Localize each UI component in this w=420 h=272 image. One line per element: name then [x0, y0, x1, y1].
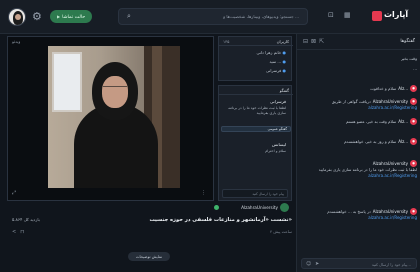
- comments-header: ⊟⊠⇱ گفتگوها: [297, 34, 420, 50]
- watch-mode-button[interactable]: ▶ حالت تماشا: [50, 10, 93, 23]
- users-title: کاربران: [276, 39, 289, 44]
- search-input[interactable]: ⌕ جستجو: ویدیوهای، وبینارها، شخصیت‌ها و …: [118, 8, 308, 25]
- user-icon: ●: [282, 50, 287, 55]
- user-icon: ●: [282, 59, 287, 64]
- registration-link[interactable]: alzahra.ac.ir/Registering: [301, 173, 417, 179]
- settings-icon[interactable]: ⋮: [201, 190, 206, 196]
- grid-icon[interactable]: ▦: [344, 11, 351, 19]
- presenter-bar[interactable]: AlzahraUniversity: [218, 201, 292, 213]
- speaker-video-frame: [48, 46, 180, 188]
- comments-header-icons[interactable]: ⊟⊠⇱: [303, 38, 327, 45]
- user-avatar-icon: ●: [410, 208, 417, 215]
- user-avatar-icon: ●: [410, 98, 417, 105]
- user-avatar-icon: ●: [410, 118, 417, 125]
- registration-link[interactable]: alzahra.ac.ir/Registering: [301, 215, 417, 221]
- camera-icon[interactable]: ⊡: [328, 11, 334, 19]
- site-logo[interactable]: آپارات: [384, 10, 408, 19]
- user-item[interactable]: فرسرانی ●: [266, 68, 286, 73]
- session-msg-text: سلام و احترام: [265, 149, 286, 153]
- session-chat-header: گفتگو: [219, 86, 293, 95]
- user-item[interactable]: خانم زهرا دانی ●: [257, 50, 287, 55]
- user-avatar-icon: ●: [410, 85, 417, 92]
- video-date: ۴ ساعت پیش: [270, 229, 292, 234]
- fullscreen-icon[interactable]: ⤢: [12, 190, 16, 196]
- presenter-avatar: [280, 203, 289, 212]
- chat-message: AlzahraUniversity ● لطفا با ثبت نظرات خود…: [301, 160, 417, 178]
- registration-link[interactable]: alzahra.ac.ir/Registering: [301, 105, 417, 111]
- share-icons[interactable]: <⊓: [12, 229, 28, 235]
- emoji-icon[interactable]: ☺: [306, 261, 311, 267]
- search-placeholder: جستجو: ویدیوهای، وبینارها، شخصیت‌ها و ..…: [223, 14, 299, 19]
- session-chat-title: گفتگو: [279, 88, 289, 93]
- comments-panel: ⊟⊠⇱ گفتگوها وقت بخیر ... سلام و خداقوت Al…: [296, 34, 420, 272]
- session-msg-author: فرسرانی: [270, 99, 286, 104]
- view-count: ۵،۸۶۴ بازدید کل: [12, 217, 40, 222]
- chat-message: سلام وقت به خیر، عضو هستم Alz... ●: [301, 118, 417, 125]
- chat-message: دریافت گواهی از طریق AlzahraUniversity ● a…: [301, 98, 417, 111]
- aparat-logo-icon: [372, 11, 382, 21]
- gear-icon[interactable]: ⚙: [32, 10, 42, 23]
- share-icon[interactable]: <: [12, 229, 20, 235]
- chat-message: وقت بخیر: [400, 56, 417, 61]
- user-avatar[interactable]: [8, 8, 26, 26]
- presenter-name: AlzahraUniversity: [241, 205, 278, 210]
- session-public-chat-tab[interactable]: گفتگو عمومی: [221, 126, 291, 132]
- session-chat-placeholder: پیام خود را ارسال کنید: [252, 192, 284, 196]
- search-icon: ⌕: [127, 12, 131, 20]
- video-player[interactable]: ویدئو ⤢ ⋮: [7, 36, 214, 201]
- session-msg-text: لطفا با ثبت نظرات خود ما را در برنامه سا…: [228, 106, 286, 115]
- chat-message: سلام و خداقوت Alz... ●: [301, 85, 417, 92]
- save-icon[interactable]: ⊓: [20, 229, 28, 235]
- user-item[interactable]: سید ... ●: [269, 59, 286, 64]
- video-label: ویدئو: [12, 39, 21, 44]
- send-icon[interactable]: ➤: [315, 261, 319, 267]
- session-msg-author: لیسانس: [271, 142, 286, 147]
- session-chat-panel: گفتگو فرسرانی لطفا با ثبت نظرات خود ما ر…: [218, 85, 293, 201]
- chat-input[interactable]: ☺ ➤ پیام خود را ارسال کنید...: [301, 258, 417, 269]
- session-chat-input[interactable]: پیام خود را ارسال کنید: [222, 189, 288, 198]
- user-avatar-icon: ●: [410, 160, 417, 167]
- chat-input-placeholder: پیام خود را ارسال کنید...: [371, 262, 411, 267]
- top-bar: ⚙ ▶ حالت تماشا ⌕ جستجو: ویدیوهای، وبیناره…: [0, 0, 420, 34]
- video-title: نشست «آرمانشهر و منازعات فلسفی در حوزه ج…: [149, 217, 292, 223]
- play-icon: ▶: [57, 14, 61, 19]
- chat-message: ...: [413, 66, 417, 71]
- comments-title: گفتگوها: [400, 39, 415, 44]
- users-panel: ۱۳۵ کاربران خانم زهرا دانی ● سید ... ● ف…: [218, 36, 293, 81]
- user-icon: ●: [282, 68, 287, 73]
- chat-message: در پاسخ به ... خواهشمندم AlzahraUniversit…: [301, 208, 417, 221]
- chat-message: سلام و روز به خیر، خواهشمندم Alz... ●: [301, 138, 417, 145]
- users-header: ۱۳۵ کاربران: [219, 37, 293, 46]
- watch-mode-label: حالت تماشا: [62, 15, 86, 20]
- users-count: ۱۳۵: [223, 39, 230, 44]
- user-avatar-icon: ●: [410, 138, 417, 145]
- show-description-button[interactable]: نمایش توضیحات: [128, 252, 170, 261]
